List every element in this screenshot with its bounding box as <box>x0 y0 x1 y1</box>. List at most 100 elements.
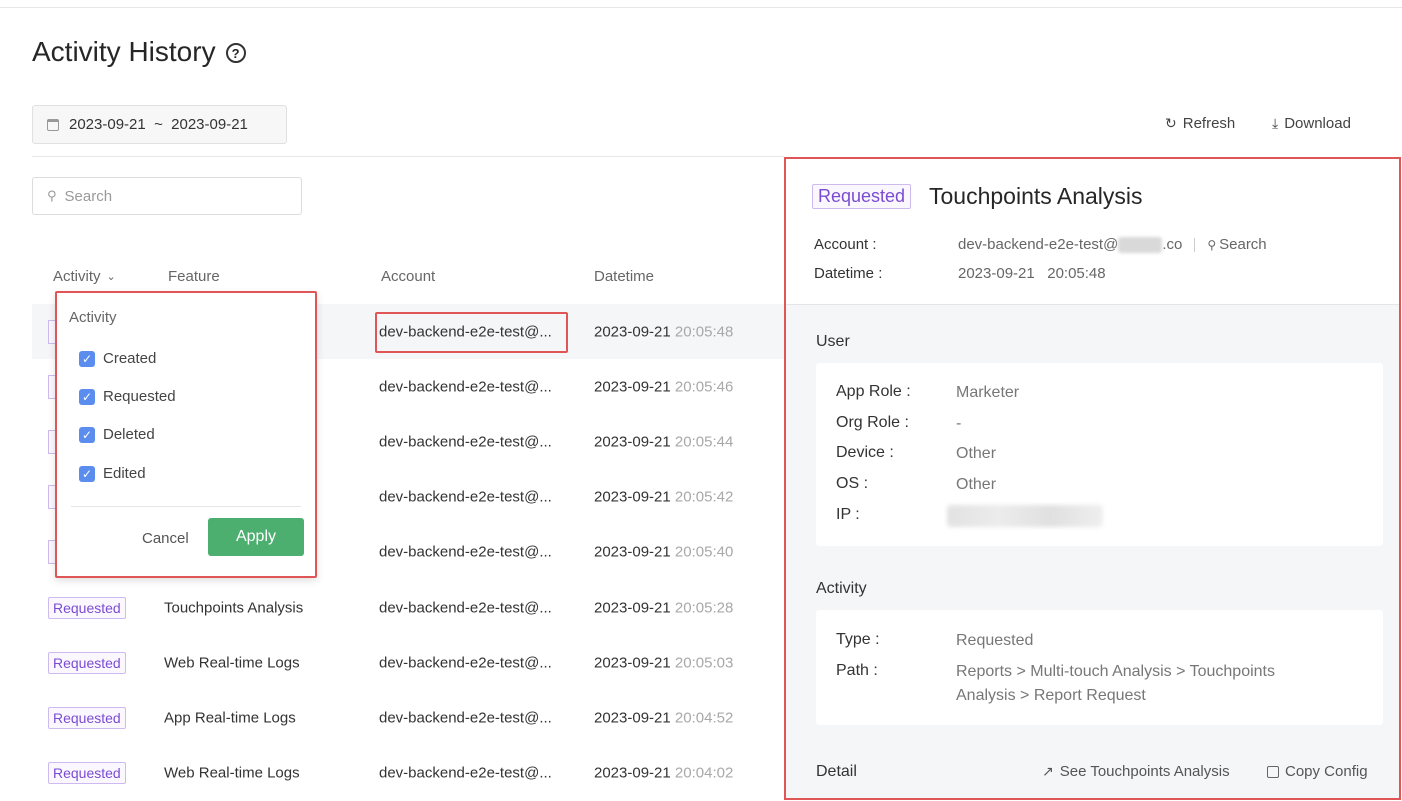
user-section-title: User <box>816 333 850 350</box>
app-role-label: App Role : <box>836 383 911 400</box>
detail-header: Requested Touchpoints Analysis Account :… <box>786 159 1399 305</box>
activity-badge: Requested <box>48 761 126 784</box>
chevron-down-icon: ⌄ <box>106 271 116 283</box>
search-input[interactable]: ⚲ Search <box>32 177 302 215</box>
activity-badge: Requested <box>48 651 126 674</box>
filter-option-created[interactable]: ✓ Created <box>79 350 156 367</box>
account-cell: dev-backend-e2e-test@... <box>379 654 552 671</box>
detail-section-title: Detail <box>816 763 857 780</box>
account-value: dev-backend-e2e-test@ .co ⚲ Search <box>958 236 1267 253</box>
datetime-value: 2023-09-21 20:05:48 <box>958 265 1106 282</box>
account-label: Account : <box>814 236 877 253</box>
cancel-button[interactable]: Cancel <box>142 530 189 547</box>
account-cell: dev-backend-e2e-test@... <box>379 378 552 395</box>
table-row[interactable]: Requested App Real-time Logs dev-backend… <box>32 690 784 745</box>
account-search-link[interactable]: ⚲ Search <box>1207 236 1266 253</box>
checkbox-checked-icon[interactable]: ✓ <box>79 388 95 405</box>
column-header-activity[interactable]: Activity ⌄ <box>53 268 116 285</box>
ip-label: IP : <box>836 506 860 523</box>
datetime-cell: 2023-09-21 20:05:28 <box>594 599 734 616</box>
meta-divider <box>1194 237 1196 252</box>
datetime-cell: 2023-09-21 20:05:48 <box>594 323 734 340</box>
search-icon: ⚲ <box>1207 237 1217 252</box>
search-icon: ⚲ <box>47 188 57 203</box>
account-cell: dev-backend-e2e-test@... <box>379 709 552 726</box>
datetime-cell: 2023-09-21 20:05:03 <box>594 654 734 671</box>
copy-config-button[interactable]: Copy Config <box>1267 763 1368 780</box>
account-highlight-box <box>375 312 568 353</box>
datetime-cell: 2023-09-21 20:04:02 <box>594 764 734 781</box>
column-header-account: Account <box>381 268 436 285</box>
user-card: App Role : Marketer Org Role : - Device … <box>816 363 1383 546</box>
column-header-datetime: Datetime <box>594 268 655 285</box>
date-range-picker[interactable]: 2023-09-21 ~ 2023-09-21 <box>32 105 287 144</box>
checkbox-checked-icon[interactable]: ✓ <box>79 350 95 367</box>
datetime-cell: 2023-09-21 20:05:44 <box>594 433 734 450</box>
activity-section-title: Activity <box>816 580 867 597</box>
type-label: Type : <box>836 631 880 648</box>
column-header-feature: Feature <box>168 268 220 285</box>
top-divider <box>0 7 1402 8</box>
external-link-icon: ↗ <box>1042 763 1054 779</box>
activity-badge: Requested <box>48 596 126 619</box>
path-value: Reports > Multi-touch Analysis > Touchpo… <box>956 663 1275 704</box>
filter-option-requested[interactable]: ✓ Requested <box>79 388 176 405</box>
refresh-icon: ↻ <box>1165 115 1177 131</box>
copy-icon <box>1267 765 1279 778</box>
date-range-value: 2023-09-21 ~ 2023-09-21 <box>69 116 248 133</box>
filter-option-deleted[interactable]: ✓ Deleted <box>79 426 155 443</box>
detail-panel: Requested Touchpoints Analysis Account :… <box>784 157 1401 800</box>
device-value: Other <box>956 445 997 462</box>
redacted-ip <box>947 505 1103 527</box>
account-cell: dev-backend-e2e-test@... <box>379 433 552 450</box>
datetime-cell: 2023-09-21 20:05:46 <box>594 378 734 395</box>
page-title-text: Activity History <box>32 36 216 67</box>
datetime-label: Datetime : <box>814 265 883 282</box>
help-icon[interactable]: ? <box>225 43 246 63</box>
table-row[interactable]: Requested Web Real-time Logs dev-backend… <box>32 635 784 690</box>
calendar-icon <box>47 118 59 131</box>
redacted-domain <box>1118 236 1163 253</box>
download-icon: ⤓ <box>1272 115 1279 131</box>
feature-cell: App Real-time Logs <box>164 709 296 726</box>
detail-activity-badge: Requested <box>812 184 912 209</box>
checkbox-checked-icon[interactable]: ✓ <box>79 465 95 482</box>
account-cell: dev-backend-e2e-test@... <box>379 764 552 781</box>
account-cell: dev-backend-e2e-test@... <box>379 599 552 616</box>
detail-body: User App Role : Marketer Org Role : - De… <box>786 305 1399 798</box>
activity-card: Type : Requested Path : Reports > Multi-… <box>816 610 1383 725</box>
download-button[interactable]: ⤓ Download <box>1272 115 1351 132</box>
account-cell: dev-backend-e2e-test@... <box>379 488 552 505</box>
checkbox-checked-icon[interactable]: ✓ <box>79 426 95 443</box>
datetime-cell: 2023-09-21 20:05:42 <box>594 488 734 505</box>
feature-cell: Touchpoints Analysis <box>164 599 304 616</box>
download-label: Download <box>1284 115 1351 132</box>
refresh-button[interactable]: ↻ Refresh <box>1165 115 1235 132</box>
activity-badge: Requested <box>48 706 126 729</box>
apply-button[interactable]: Apply <box>208 518 304 556</box>
org-role-value: - <box>956 415 962 432</box>
account-cell: dev-backend-e2e-test@... <box>379 543 552 560</box>
toolbar-divider <box>32 156 784 157</box>
search-placeholder: Search <box>64 187 113 205</box>
refresh-label: Refresh <box>1182 115 1236 132</box>
page-title: Activity History ? <box>32 36 246 68</box>
feature-cell: Web Real-time Logs <box>164 764 300 781</box>
filter-option-edited[interactable]: ✓ Edited <box>79 465 146 482</box>
activity-filter-dropdown: Activity ✓ Created ✓ Requested ✓ Deleted… <box>55 291 317 578</box>
detail-title: Touchpoints Analysis <box>929 183 1143 209</box>
os-label: OS : <box>836 475 869 492</box>
type-value: Requested <box>956 632 1034 649</box>
app-role-value: Marketer <box>956 384 1020 401</box>
path-label: Path : <box>836 662 878 679</box>
see-touchpoints-analysis-link[interactable]: ↗ See Touchpoints Analysis <box>1042 763 1230 780</box>
table-row[interactable]: Requested Touchpoints Analysis dev-backe… <box>32 580 784 635</box>
filter-title: Activity <box>69 309 117 326</box>
device-label: Device : <box>836 444 894 461</box>
os-value: Other <box>956 476 997 493</box>
filter-divider <box>71 506 301 507</box>
table-row[interactable]: Requested Web Real-time Logs dev-backend… <box>32 745 784 800</box>
datetime-cell: 2023-09-21 20:05:40 <box>594 543 734 560</box>
org-role-label: Org Role : <box>836 414 909 431</box>
datetime-cell: 2023-09-21 20:04:52 <box>594 709 734 726</box>
